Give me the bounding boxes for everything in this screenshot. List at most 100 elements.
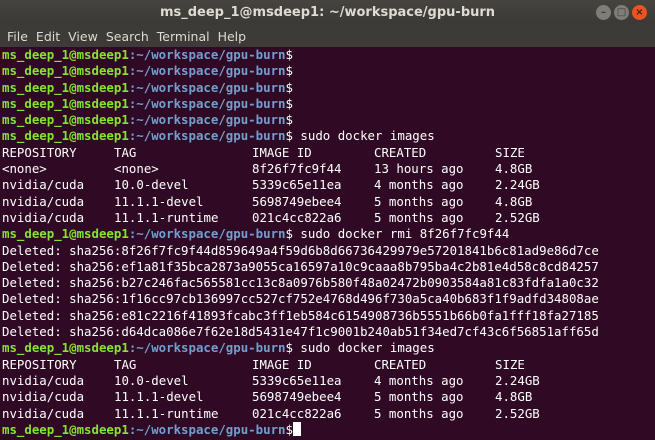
deleted-line: Deleted: sha256:ef1a81f35bca2873a9055ca1…	[2, 258, 599, 274]
deleted-line: Deleted: sha256:e81c2216f41893fcabc3ff1e…	[2, 307, 599, 323]
deleted-line: Deleted: sha256:8f26f7fc9f44d859649a4f59…	[2, 242, 599, 258]
minimize-button[interactable]: –	[596, 5, 611, 20]
table-cell: 11.1.1-runtime	[114, 209, 219, 225]
menu-file[interactable]: File	[3, 29, 32, 44]
table-cell: TAG	[114, 356, 137, 372]
deleted-line: Deleted: sha256:d64dca086e7f62e18d5431e4…	[2, 324, 599, 340]
table-cell: 021c4cc822a6	[252, 405, 342, 421]
prompt-line: ms_deep_1@msdeep1:~/workspace/gpu-burn$ …	[2, 340, 655, 356]
prompt-symbol: $	[285, 421, 293, 437]
prompt-user: ms_deep_1@msdeep1	[2, 112, 129, 128]
prompt-symbol: $	[285, 226, 293, 242]
menu-edit[interactable]: Edit	[32, 29, 64, 44]
table-cell: SIZE	[495, 144, 525, 160]
table-cell: nvidia/cuda	[2, 209, 85, 225]
table-cell: REPOSITORY	[2, 356, 77, 372]
menu-help[interactable]: Help	[214, 29, 251, 44]
deleted-line: Deleted: sha256:b27c246fac565581cc13c8a0…	[2, 275, 599, 291]
prompt-symbol: $	[285, 47, 293, 62]
prompt-path: :~/workspace/gpu-burn	[128, 112, 286, 128]
table-row: <none> <none> 8f26f7fc9f44 13 hours ago 4.8G…	[2, 161, 655, 177]
table-cell: <none>	[114, 161, 159, 177]
prompt-symbol: $	[285, 79, 293, 95]
prompt-line: ms_deep_1@msdeep1:~/workspace/gpu-burn$	[2, 112, 655, 128]
menu-bar: File Edit View Search Terminal Help	[0, 25, 655, 47]
table-cell: 4 months ago	[374, 372, 464, 388]
prompt-line: ms_deep_1@msdeep1:~/workspace/gpu-burn$	[2, 80, 655, 96]
menu-terminal[interactable]: Terminal	[153, 29, 214, 44]
prompt-line: ms_deep_1@msdeep1:~/workspace/gpu-burn$	[2, 47, 655, 63]
prompt-symbol: $	[285, 95, 293, 111]
prompt-line: ms_deep_1@msdeep1:~/workspace/gpu-burn$	[2, 96, 655, 112]
table-row: nvidia/cuda 10.0-devel 5339c65e11ea 4 month…	[2, 177, 655, 193]
table-header: REPOSITORY TAG IMAGE ID CREATED SIZE	[2, 357, 655, 373]
command-text: sudo docker rmi 8f26f7fc9f44	[292, 226, 510, 242]
menu-view[interactable]: View	[64, 29, 102, 44]
table-cell: 13 hours ago	[374, 161, 464, 177]
title-bar[interactable]: ms_deep_1@msdeep1: ~/workspace/gpu-burn …	[0, 0, 655, 25]
table-cell: TAG	[114, 144, 137, 160]
terminal-cursor	[292, 421, 301, 436]
table-cell: 2.24GB	[495, 372, 540, 388]
table-row: nvidia/cuda 10.0-devel 5339c65e11ea 4 month…	[2, 373, 655, 389]
table-cell: 4.8GB	[495, 161, 533, 177]
window-controls: – □ ×	[596, 5, 647, 20]
table-cell: SIZE	[495, 356, 525, 372]
menu-search[interactable]: Search	[102, 29, 153, 44]
deleted-line: Deleted: sha256:1f16cc97cb136997cc527cf7…	[2, 291, 599, 307]
table-cell: 5698749ebee4	[252, 389, 342, 405]
window-title: ms_deep_1@msdeep1: ~/workspace/gpu-burn	[159, 5, 496, 20]
prompt-line: ms_deep_1@msdeep1:~/workspace/gpu-burn$ …	[2, 128, 655, 144]
terminal-output[interactable]: ms_deep_1@msdeep1:~/workspace/gpu-burn$ m…	[0, 47, 655, 438]
prompt-user: ms_deep_1@msdeep1	[2, 421, 129, 437]
table-cell: 5339c65e11ea	[252, 372, 342, 388]
prompt-path: :~/workspace/gpu-burn	[128, 421, 286, 437]
table-header: REPOSITORY TAG IMAGE ID CREATED SIZE	[2, 145, 655, 161]
prompt-symbol: $	[285, 112, 293, 128]
table-cell: REPOSITORY	[2, 144, 77, 160]
table-row: nvidia/cuda 11.1.1-devel 5698749ebee4 5 mon…	[2, 194, 655, 210]
terminal-window: ms_deep_1@msdeep1: ~/workspace/gpu-burn …	[0, 0, 655, 440]
prompt-line: ms_deep_1@msdeep1:~/workspace/gpu-burn$ …	[2, 226, 655, 242]
table-cell: nvidia/cuda	[2, 193, 85, 209]
command-text: sudo docker images	[292, 340, 435, 356]
table-cell: 5 months ago	[374, 209, 464, 225]
table-row: nvidia/cuda 11.1.1-devel 5698749ebee4 5 mon…	[2, 389, 655, 405]
table-cell: 5339c65e11ea	[252, 177, 342, 193]
table-cell: 2.24GB	[495, 177, 540, 193]
prompt-path: :~/workspace/gpu-burn	[128, 128, 286, 144]
prompt-path: :~/workspace/gpu-burn	[128, 47, 286, 62]
prompt-line: ms_deep_1@msdeep1:~/workspace/gpu-burn$	[2, 421, 655, 438]
maximize-button[interactable]: □	[614, 5, 629, 20]
table-cell: 2.52GB	[495, 405, 540, 421]
prompt-symbol: $	[285, 63, 293, 79]
table-row: nvidia/cuda 11.1.1-runtime 021c4cc822a6 5 m…	[2, 210, 655, 226]
table-cell: 4.8GB	[495, 389, 533, 405]
table-cell: 11.1.1-devel	[114, 389, 204, 405]
prompt-symbol: $	[285, 340, 293, 356]
table-cell: nvidia/cuda	[2, 389, 85, 405]
table-cell: nvidia/cuda	[2, 372, 85, 388]
table-cell: <none>	[2, 161, 47, 177]
table-cell: 8f26f7fc9f44	[252, 161, 342, 177]
table-cell: IMAGE ID	[252, 356, 312, 372]
prompt-path: :~/workspace/gpu-burn	[128, 79, 286, 95]
prompt-user: ms_deep_1@msdeep1	[2, 79, 129, 95]
command-text: sudo docker images	[292, 128, 435, 144]
close-button[interactable]: ×	[632, 5, 647, 20]
prompt-user: ms_deep_1@msdeep1	[2, 226, 129, 242]
prompt-symbol: $	[285, 128, 293, 144]
table-cell: 5 months ago	[374, 389, 464, 405]
table-cell: 11.1.1-runtime	[114, 405, 219, 421]
table-cell: 11.1.1-devel	[114, 193, 204, 209]
table-cell: 10.0-devel	[114, 177, 189, 193]
prompt-user: ms_deep_1@msdeep1	[2, 128, 129, 144]
table-cell: 5 months ago	[374, 193, 464, 209]
table-cell: 5 months ago	[374, 405, 464, 421]
prompt-user: ms_deep_1@msdeep1	[2, 95, 129, 111]
prompt-path: :~/workspace/gpu-burn	[128, 63, 286, 79]
prompt-user: ms_deep_1@msdeep1	[2, 63, 129, 79]
table-cell: 4.8GB	[495, 193, 533, 209]
table-cell: CREATED	[374, 144, 427, 160]
prompt-user: ms_deep_1@msdeep1	[2, 340, 129, 356]
